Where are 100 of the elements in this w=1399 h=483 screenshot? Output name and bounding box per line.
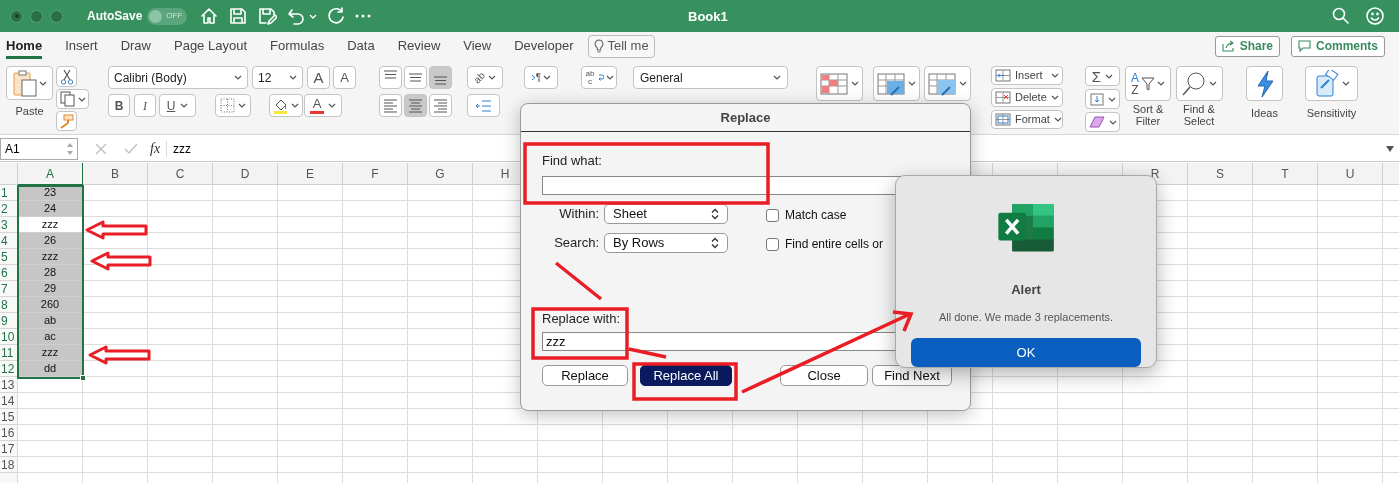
select-dropdown[interactable]: Sheet (604, 204, 728, 224)
decrease-font-button[interactable]: A (333, 66, 356, 89)
dialog-button[interactable]: Close (780, 365, 868, 386)
italic-button[interactable]: I (134, 94, 156, 117)
ribbon-tab[interactable]: Formulas (270, 33, 325, 59)
row-header[interactable]: 6 (0, 265, 18, 281)
row-header[interactable]: 4 (0, 233, 18, 249)
window-close-button[interactable] (10, 9, 23, 23)
font-size-dropdown[interactable]: 12 (252, 66, 303, 89)
align-button[interactable] (429, 66, 452, 89)
clear-button[interactable] (1085, 112, 1120, 132)
bold-button[interactable]: B (108, 94, 130, 117)
share-button[interactable]: Share (1214, 35, 1280, 57)
align-button[interactable] (429, 94, 452, 117)
dialog-button[interactable]: Replace (542, 365, 628, 386)
column-header[interactable]: G (408, 163, 473, 185)
align-button[interactable] (379, 94, 402, 117)
row-header[interactable]: 13 (0, 377, 18, 393)
table-cell[interactable]: 28 (18, 265, 83, 281)
number-format-dropdown[interactable]: General (633, 66, 788, 89)
decrease-indent-button[interactable] (467, 94, 500, 117)
ribbon-tab[interactable]: Draw (120, 33, 151, 59)
sort-filter-button[interactable]: A Z Sort & Filter (1122, 66, 1174, 127)
column-header[interactable]: T (1253, 163, 1318, 185)
format-as-table-button[interactable] (873, 66, 920, 101)
cells-button[interactable]: Insert (991, 66, 1063, 85)
underline-button[interactable]: U (159, 94, 196, 117)
row-header[interactable]: 9 (0, 313, 18, 329)
window-zoom-button[interactable] (50, 9, 63, 23)
comments-button[interactable]: Comments (1291, 35, 1385, 57)
ribbon-tab[interactable]: Insert (65, 33, 98, 59)
row-header[interactable]: 8 (0, 297, 18, 313)
cells-button[interactable]: Format (991, 110, 1063, 129)
table-cell[interactable]: 29 (18, 281, 83, 297)
select-dropdown[interactable]: By Rows (604, 233, 728, 253)
checkbox[interactable] (766, 237, 779, 251)
fill-handle[interactable] (80, 375, 86, 381)
increase-font-button[interactable]: A (307, 66, 330, 89)
row-header[interactable]: 5 (0, 249, 18, 265)
cells-button[interactable]: Delete (991, 88, 1063, 107)
ribbon-tab[interactable]: Page Layout (174, 33, 247, 59)
table-cell[interactable]: zzz (18, 345, 83, 361)
row-header[interactable]: 11 (0, 345, 18, 361)
column-header[interactable]: B (83, 163, 148, 185)
table-cell[interactable]: 24 (18, 201, 83, 217)
row-header[interactable]: 3 (0, 217, 18, 233)
row-header[interactable]: 7 (0, 281, 18, 297)
row-header[interactable]: 17 (0, 441, 18, 457)
fill-button[interactable] (1085, 89, 1120, 109)
autosum-button[interactable]: Σ (1085, 66, 1120, 86)
table-cell[interactable]: ab (18, 313, 83, 329)
row-header[interactable]: 12 (0, 361, 18, 377)
column-header[interactable]: U (1318, 163, 1383, 185)
tell-me-field[interactable]: Tell me (587, 34, 655, 58)
align-button[interactable] (404, 66, 427, 89)
row-header[interactable]: 10 (0, 329, 18, 345)
align-button[interactable] (379, 66, 402, 89)
checkbox[interactable] (766, 208, 779, 222)
conditional-formatting-button[interactable] (816, 66, 863, 101)
name-box[interactable]: A1 (0, 137, 78, 160)
align-button[interactable] (404, 94, 427, 117)
text-direction-button[interactable]: ¶ (524, 66, 558, 89)
sensitivity-button[interactable]: Sensitivity (1305, 66, 1358, 122)
cut-button[interactable] (56, 66, 77, 87)
table-cell[interactable]: ac (18, 329, 83, 345)
font-name-dropdown[interactable]: Calibri (Body) (108, 66, 248, 89)
copy-button[interactable] (56, 89, 89, 109)
table-cell[interactable]: dd (18, 361, 83, 377)
row-header[interactable]: 2 (0, 201, 18, 217)
wrap-text-button[interactable]: abc (581, 66, 617, 89)
column-header[interactable]: D (213, 163, 278, 185)
table-cell[interactable]: zzz (18, 249, 83, 265)
font-color-button[interactable]: A (304, 94, 342, 117)
paste-button[interactable]: Paste (6, 66, 53, 120)
ribbon-tab[interactable]: Review (397, 33, 441, 59)
cell-styles-button[interactable] (924, 66, 971, 101)
row-header[interactable]: 18 (0, 457, 18, 473)
row-header[interactable]: 16 (0, 425, 18, 441)
column-header[interactable]: F (343, 163, 408, 185)
fill-color-button[interactable] (269, 94, 303, 117)
column-header[interactable]: C (148, 163, 213, 185)
select-all-corner[interactable] (0, 163, 18, 185)
table-cell[interactable]: 26 (18, 233, 83, 249)
ok-button[interactable]: OK (911, 338, 1141, 367)
row-header[interactable]: 14 (0, 393, 18, 409)
orientation-button[interactable]: ab (467, 66, 503, 89)
window-minimize-button[interactable] (30, 9, 43, 23)
format-painter-button[interactable] (56, 111, 77, 131)
function-label[interactable]: fx (150, 138, 161, 159)
row-header[interactable]: 1 (0, 185, 18, 201)
column-header[interactable]: E (278, 163, 343, 185)
ribbon-tab[interactable]: Developer (514, 33, 574, 59)
borders-button[interactable] (215, 94, 251, 117)
table-cell[interactable]: 260 (18, 297, 83, 313)
find-select-button[interactable]: Find & Select (1173, 66, 1225, 127)
ideas-button[interactable]: Ideas (1246, 66, 1283, 122)
dialog-button[interactable]: Replace All (640, 365, 732, 386)
column-header[interactable]: A (18, 163, 83, 185)
ribbon-tab[interactable]: View (463, 33, 492, 59)
ribbon-tab[interactable]: Data (347, 33, 375, 59)
